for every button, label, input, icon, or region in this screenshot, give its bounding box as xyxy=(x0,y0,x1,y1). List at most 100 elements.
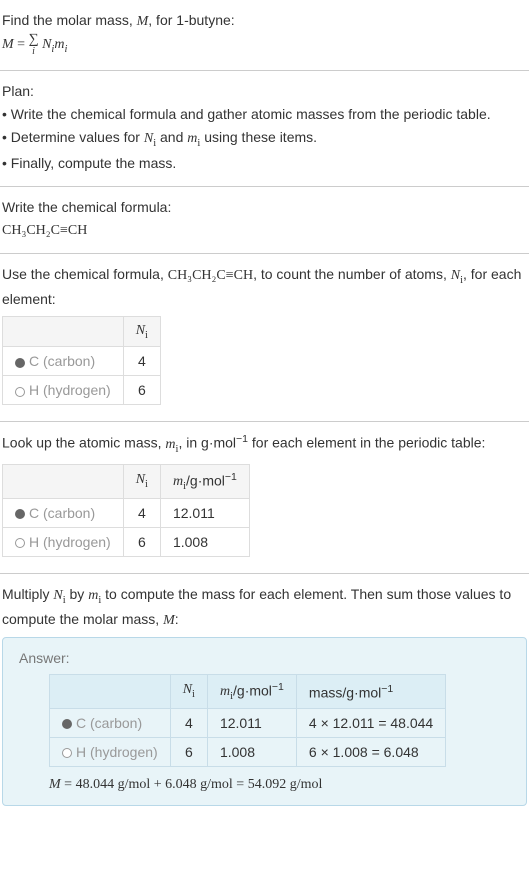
plan-bullet1: • Write the chemical formula and gather … xyxy=(2,104,527,125)
ni-value: 6 xyxy=(123,376,160,405)
hydrogen-dot-icon xyxy=(62,748,72,758)
divider xyxy=(0,70,529,71)
mi-value: 1.008 xyxy=(207,738,296,767)
element-cell: H (hydrogen) xyxy=(3,528,124,557)
intro-formula: M = ∑i Nimi xyxy=(2,34,527,58)
element-cell: C (carbon) xyxy=(50,709,171,738)
element-name: H (hydrogen) xyxy=(29,382,111,398)
formula-n: N xyxy=(42,37,51,52)
step2-formula: CH₃CH₂C≡CH xyxy=(168,268,253,283)
ni-value: 6 xyxy=(170,738,207,767)
header-ni: Ni xyxy=(123,464,160,498)
header-empty xyxy=(3,464,124,498)
step2-section: Use the chemical formula, CH₃CH₂C≡CH, to… xyxy=(0,258,529,417)
divider xyxy=(0,421,529,422)
header-mass: mass/g·mol−1 xyxy=(296,674,445,708)
divider xyxy=(0,186,529,187)
step1-heading: Write the chemical formula: xyxy=(2,197,527,218)
carbon-dot-icon xyxy=(62,719,72,729)
mi-exp: −1 xyxy=(225,471,237,483)
mass-exp: −1 xyxy=(381,683,393,695)
divider xyxy=(0,253,529,254)
plan-bullet2: • Determine values for Ni and mi using t… xyxy=(2,127,527,152)
step1-section: Write the chemical formula: CH₃CH₂C≡CH xyxy=(0,191,529,249)
table-row: H (hydrogen) 6 1.008 6 × 1.008 = 6.048 xyxy=(50,738,446,767)
answer-label: Answer: xyxy=(19,650,510,666)
header-empty xyxy=(3,316,124,347)
bullet2-prefix: • Determine values for xyxy=(2,129,144,145)
chemical-formula: CH₃CH₂C≡CH xyxy=(2,220,527,241)
table-row: H (hydrogen) 6 xyxy=(3,376,161,405)
step4-prefix: Multiply xyxy=(2,586,53,602)
element-cell: H (hydrogen) xyxy=(3,376,124,405)
mass-label: mass/g·mol xyxy=(309,684,381,700)
element-name: H (hydrogen) xyxy=(29,534,111,550)
element-name: C (carbon) xyxy=(29,505,95,521)
element-cell: C (carbon) xyxy=(3,347,124,376)
header-mi: mi/g·mol−1 xyxy=(207,674,296,708)
var-ni: Ni xyxy=(451,268,463,283)
mi-unit: /g·mol xyxy=(186,472,225,488)
intro-line1: Find the molar mass, M, for 1-butyne: xyxy=(2,10,527,32)
carbon-dot-icon xyxy=(15,509,25,519)
step2-mid: , to count the number of atoms, xyxy=(253,266,451,282)
var-mi: mi xyxy=(187,131,200,146)
table-header-row: Ni mi/g·mol−1 mass/g·mol−1 xyxy=(50,674,446,708)
plan-section: Plan: • Write the chemical formula and g… xyxy=(0,75,529,183)
intro-section: Find the molar mass, M, for 1-butyne: M … xyxy=(0,4,529,66)
step2-heading: Use the chemical formula, CH₃CH₂C≡CH, to… xyxy=(2,264,527,310)
element-name: C (carbon) xyxy=(29,353,95,369)
var-ni: Ni xyxy=(53,588,65,603)
var-m: M xyxy=(137,14,149,29)
plan-heading: Plan: xyxy=(2,81,527,102)
bullet2-mid: and xyxy=(156,129,187,145)
step3-heading: Look up the atomic mass, mi, in g·mol−1 … xyxy=(2,432,527,457)
step4-mid1: by xyxy=(66,586,89,602)
final-equation: M = 48.044 g/mol + 6.048 g/mol = 54.092 … xyxy=(49,777,510,793)
table-row: C (carbon) 4 12.011 4 × 12.011 = 48.044 xyxy=(50,709,446,738)
formula-eq: = xyxy=(14,37,29,52)
ni-value: 4 xyxy=(170,709,207,738)
ni-value: 4 xyxy=(123,499,160,528)
step3-suffix: for each element in the periodic table: xyxy=(248,435,485,451)
hydrogen-dot-icon xyxy=(15,387,25,397)
step3-section: Look up the atomic mass, mi, in g·mol−1 … xyxy=(0,426,529,569)
table-row: H (hydrogen) 6 1.008 xyxy=(3,528,250,557)
bullet2-suffix: using these items. xyxy=(200,129,317,145)
header-ni: Ni xyxy=(170,674,207,708)
var-mi: mi xyxy=(165,437,178,452)
intro-text-suffix: , for 1-butyne: xyxy=(148,12,234,28)
table-row: C (carbon) 4 xyxy=(3,347,161,376)
header-empty xyxy=(50,674,171,708)
intro-text: Find the molar mass, xyxy=(2,12,137,28)
step2-prefix: Use the chemical formula, xyxy=(2,266,168,282)
mi-unit: /g·mol xyxy=(233,682,272,698)
var-m: M xyxy=(163,613,175,628)
step4-section: Multiply Ni by mi to compute the mass fo… xyxy=(0,578,529,818)
table-header-row: Ni mi/g·mol−1 xyxy=(3,464,250,498)
table-header-row: Ni xyxy=(3,316,161,347)
mi-value: 12.011 xyxy=(160,499,249,528)
element-name: C (carbon) xyxy=(76,715,142,731)
atom-count-table: Ni C (carbon) 4 H (hydrogen) 6 xyxy=(2,316,161,406)
step3-exp: −1 xyxy=(236,433,248,445)
element-cell: C (carbon) xyxy=(3,499,124,528)
header-ni: Ni xyxy=(123,316,160,347)
divider xyxy=(0,573,529,574)
var-ni: Ni xyxy=(144,131,156,146)
mass-value: 4 × 12.011 = 48.044 xyxy=(296,709,445,738)
mi-value: 1.008 xyxy=(160,528,249,557)
sigma-block: ∑i xyxy=(29,34,39,56)
mi-value: 12.011 xyxy=(207,709,296,738)
ni-value: 4 xyxy=(123,347,160,376)
ni-value: 6 xyxy=(123,528,160,557)
step3-mid: , in g·mol xyxy=(178,435,236,451)
step3-prefix: Look up the atomic mass, xyxy=(2,435,165,451)
formula-lhs: M xyxy=(2,37,14,52)
answer-box: Answer: Ni mi/g·mol−1 mass/g·mol−1 C (ca… xyxy=(2,637,527,806)
header-mi: mi/g·mol−1 xyxy=(160,464,249,498)
atomic-mass-table: Ni mi/g·mol−1 C (carbon) 4 12.011 H (hyd… xyxy=(2,464,250,557)
element-name: H (hydrogen) xyxy=(76,744,158,760)
answer-table: Ni mi/g·mol−1 mass/g·mol−1 C (carbon) 4 … xyxy=(49,674,446,767)
mi-exp: −1 xyxy=(272,681,284,693)
